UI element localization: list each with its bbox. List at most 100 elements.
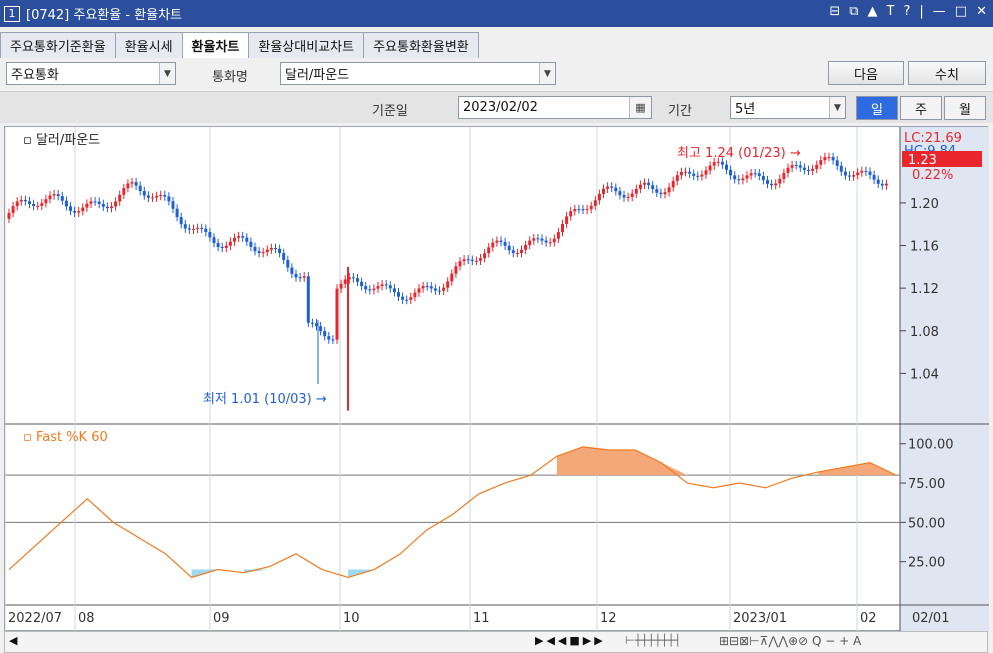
candle-body	[401, 296, 405, 300]
chevron-down-icon[interactable]: ▼	[159, 63, 175, 84]
window-control-icon[interactable]: ⧉	[849, 4, 858, 19]
osc-legend: ▫ Fast %K 60	[23, 430, 108, 445]
playback-controls-icon[interactable]: ▶◀◀■▶▶	[535, 634, 606, 647]
candle-body	[499, 240, 503, 242]
currency-label: 통화명	[212, 70, 248, 85]
query-row: 기준일 2023/02/02 ▦ 기간 5년 ▼ 일주월	[0, 91, 993, 123]
candle-body	[405, 299, 409, 301]
window-control-icon[interactable]: |	[919, 4, 923, 19]
candle-body	[306, 276, 310, 323]
tab-4[interactable]: 환율상대비교차트	[248, 32, 365, 58]
tab-1[interactable]: 주요통화기준환율	[0, 32, 116, 58]
candle-body	[409, 297, 413, 300]
group-select[interactable]: 주요통화 ▼	[6, 62, 176, 85]
candle-body	[524, 244, 528, 250]
tab-5[interactable]: 주요통화환율변환	[363, 32, 479, 58]
candle-body	[216, 243, 220, 248]
osc-overbought-fill	[556, 446, 896, 476]
candle-body	[700, 174, 704, 177]
period-button-1[interactable]: 일	[856, 96, 898, 120]
calendar-icon[interactable]: ▦	[629, 97, 651, 118]
period-select[interactable]: 5년 ▼	[730, 96, 846, 119]
candle-body	[634, 188, 638, 194]
current-price: 1.23	[908, 153, 937, 168]
candle-body	[101, 203, 105, 207]
xaxis-right-label: 02/01	[912, 611, 949, 626]
window-title: [0742] 주요환율 - 환율차트	[26, 8, 182, 23]
period-button-2[interactable]: 주	[900, 96, 942, 120]
candle-body	[413, 292, 417, 298]
candle-body	[323, 331, 327, 337]
window-control-icon[interactable]: ✕	[976, 4, 987, 19]
osc-ytick-label: 100.00	[908, 438, 954, 453]
candle-body	[495, 240, 499, 243]
candle-body	[528, 240, 532, 245]
candle-body	[294, 273, 298, 278]
candle-body	[249, 241, 253, 247]
scroll-left-icon[interactable]: ◀	[9, 634, 17, 647]
window-titlebar: 1 [0742] 주요환율 - 환율차트 ⊟ ⧉ ▲ T? | — □ ✕	[0, 0, 993, 27]
candle-body	[491, 242, 495, 248]
candle-body	[807, 170, 810, 172]
candle-body	[884, 183, 888, 186]
candle-body	[831, 157, 835, 161]
candle-body	[290, 267, 294, 274]
candle-body	[626, 196, 630, 198]
low-annotation: 최저 1.01 (10/03) →	[203, 392, 327, 407]
candle-body	[667, 187, 671, 193]
candle-body	[540, 238, 544, 241]
period-button-3[interactable]: 월	[944, 96, 986, 120]
chart-canvas[interactable]: 1.20 1.16 1.12 1.08 1.04 100.00 75.00 50.00 25.0…	[4, 127, 989, 632]
tab-3[interactable]: 환율차트	[181, 32, 250, 58]
candle-body	[269, 247, 273, 250]
candle-body	[97, 201, 101, 204]
candle-body	[233, 237, 236, 242]
candle-body	[798, 165, 802, 168]
currency-select[interactable]: 달러/파운드 ▼	[280, 62, 556, 85]
window-control-icon[interactable]: T	[887, 4, 895, 19]
candle-body	[761, 175, 765, 181]
candle-body	[245, 237, 249, 242]
next-button[interactable]: 다음	[828, 61, 904, 85]
chevron-down-icon[interactable]: ▼	[539, 63, 555, 84]
candle-body	[60, 196, 64, 201]
zoom-slider-icon[interactable]: ⊢┼┼┼┼┼┼┤	[625, 634, 681, 647]
candle-body	[782, 172, 786, 179]
candle-body	[745, 175, 749, 179]
xaxis-label: 02	[860, 611, 877, 626]
window-control-icon[interactable]: ?	[904, 4, 911, 19]
candle-body	[114, 201, 118, 207]
base-date-input[interactable]: 2023/02/02 ▦	[458, 96, 652, 119]
candle-body	[597, 193, 601, 201]
candle-body	[725, 164, 728, 170]
candle-body	[622, 195, 626, 198]
window-control-icon[interactable]: ⊟	[829, 4, 840, 19]
candle-body	[122, 188, 126, 195]
candle-body	[261, 252, 265, 254]
candle-body	[864, 170, 868, 172]
candle-body	[708, 165, 712, 171]
candle-body	[614, 187, 618, 192]
chart-area[interactable]: 1.20 1.16 1.12 1.08 1.04 100.00 75.00 50.00 25.0…	[4, 126, 989, 632]
window-control-icon[interactable]: □	[955, 4, 967, 19]
chart-scrollbar[interactable]: ◀ ▶◀◀■▶▶ ⊢┼┼┼┼┼┼┤ ⊞⊟⊠⊢⊼⋀⋀⊕⊘ Q − + A	[4, 631, 988, 653]
candle-body	[151, 197, 154, 199]
window-control-icon[interactable]: ▲	[868, 4, 878, 19]
candle-body	[200, 227, 204, 229]
candle-body	[503, 241, 507, 246]
window-control-icon[interactable]: —	[933, 4, 946, 19]
xaxis-label: 10	[343, 611, 360, 626]
candle-body	[175, 208, 179, 218]
candle-body	[130, 182, 134, 184]
osc-ytick-label: 25.00	[908, 556, 945, 571]
value-button[interactable]: 수치	[908, 61, 986, 85]
candle-body	[815, 164, 819, 169]
chart-tools-icon[interactable]: ⊞⊟⊠⊢⊼⋀⋀⊕⊘ Q − + A	[719, 634, 861, 648]
candle-body	[397, 292, 400, 297]
candle-body	[655, 189, 659, 193]
chevron-down-icon[interactable]: ▼	[829, 97, 845, 118]
candle-body	[671, 180, 675, 188]
price-ytick-label: 1.16	[910, 240, 939, 255]
tab-2[interactable]: 환율시세	[114, 32, 183, 58]
candle-body	[663, 192, 667, 195]
